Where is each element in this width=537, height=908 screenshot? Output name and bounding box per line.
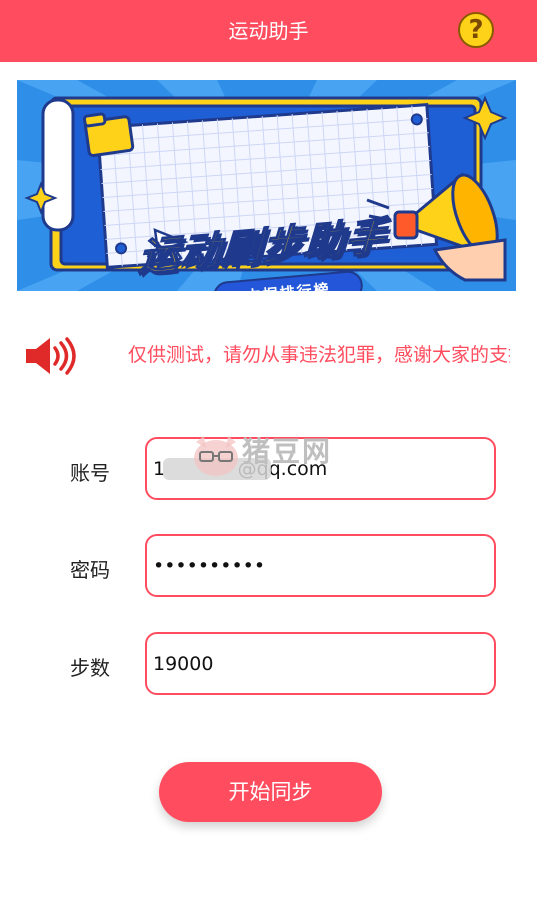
page-title: 运动助手	[228, 19, 309, 43]
steps-input[interactable]	[145, 632, 496, 695]
steps-label: 步数	[70, 656, 110, 680]
speaker-icon	[26, 337, 76, 375]
start-sync-button[interactable]: 开始同步	[159, 762, 382, 822]
top-bar: 运动助手 ?	[0, 0, 537, 62]
notice-bar: 仅供测试，请勿从事违法犯罪，感谢大家的支持	[0, 320, 537, 390]
question-mark-icon: ?	[468, 15, 484, 45]
redacted-mask	[163, 458, 271, 480]
password-label: 密码	[70, 558, 110, 582]
notice-marquee: 仅供测试，请勿从事违法犯罪，感谢大家的支持	[128, 338, 510, 372]
help-button[interactable]: ?	[458, 12, 494, 48]
password-input[interactable]	[145, 534, 496, 597]
notice-text: 仅供测试，请勿从事违法犯罪，感谢大家的支持	[128, 344, 510, 366]
promo-banner: 运动刷步助手 占据排行榜	[17, 80, 516, 291]
account-label: 账号	[70, 461, 110, 485]
